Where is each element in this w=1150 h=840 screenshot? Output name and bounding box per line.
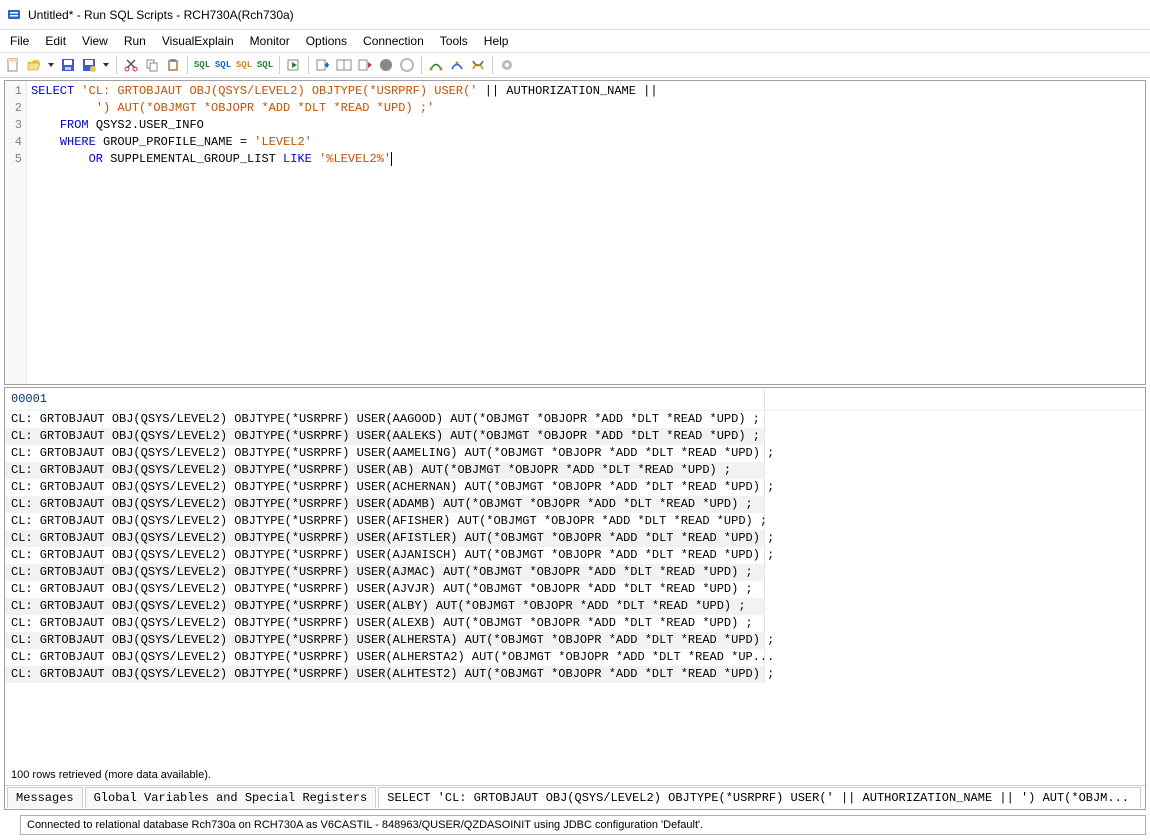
paste-icon[interactable] (164, 56, 182, 74)
results-row[interactable]: CL: GRTOBJAUT OBJ(QSYS/LEVEL2) OBJTYPE(*… (5, 496, 765, 513)
menu-bar: File Edit View Run VisualExplain Monitor… (0, 30, 1150, 52)
tab-query[interactable]: SELECT 'CL: GRTOBJAUT OBJ(QSYS/LEVEL2) O… (378, 787, 1141, 808)
new-icon[interactable] (4, 56, 22, 74)
menu-file[interactable]: File (4, 32, 35, 50)
line-number: 4 (5, 134, 22, 151)
menu-run[interactable]: Run (118, 32, 152, 50)
menu-view[interactable]: View (76, 32, 114, 50)
results-row[interactable]: CL: GRTOBJAUT OBJ(QSYS/LEVEL2) OBJTYPE(*… (5, 530, 765, 547)
menu-connection[interactable]: Connection (357, 32, 430, 50)
menu-visualexplain[interactable]: VisualExplain (156, 32, 240, 50)
results-row[interactable]: CL: GRTOBJAUT OBJ(QSYS/LEVEL2) OBJTYPE(*… (5, 462, 765, 479)
status-bar-outer: Connected to relational database Rch730a… (0, 812, 1150, 840)
results-row[interactable]: CL: GRTOBJAUT OBJ(QSYS/LEVEL2) OBJTYPE(*… (5, 598, 765, 615)
menu-options[interactable]: Options (300, 32, 353, 50)
toolbar-separator (308, 56, 309, 74)
toolbar-separator (116, 56, 117, 74)
results-row[interactable]: CL: GRTOBJAUT OBJ(QSYS/LEVEL2) OBJTYPE(*… (5, 581, 765, 598)
sql-btn-1-icon[interactable]: SQL (193, 56, 211, 74)
menu-edit[interactable]: Edit (39, 32, 72, 50)
open-icon[interactable] (25, 56, 43, 74)
stop-icon[interactable] (377, 56, 395, 74)
title-bar: Untitled* - Run SQL Scripts - RCH730A(Rc… (0, 0, 1150, 30)
explain-3-icon[interactable] (469, 56, 487, 74)
toolbar-separator (187, 56, 188, 74)
explain-2-icon[interactable] (448, 56, 466, 74)
window-title: Untitled* - Run SQL Scripts - RCH730A(Rc… (28, 8, 294, 22)
results-row[interactable]: CL: GRTOBJAUT OBJ(QSYS/LEVEL2) OBJTYPE(*… (5, 649, 765, 666)
results-row[interactable]: CL: GRTOBJAUT OBJ(QSYS/LEVEL2) OBJTYPE(*… (5, 445, 765, 462)
results-row[interactable]: CL: GRTOBJAUT OBJ(QSYS/LEVEL2) OBJTYPE(*… (5, 615, 765, 632)
toolbar-separator (492, 56, 493, 74)
sql-editor[interactable]: 1 2 3 4 5 SELECT 'CL: GRTOBJAUT OBJ(QSYS… (4, 80, 1146, 385)
results-row[interactable]: CL: GRTOBJAUT OBJ(QSYS/LEVEL2) OBJTYPE(*… (5, 547, 765, 564)
results-status: 100 rows retrieved (more data available)… (5, 763, 1145, 785)
results-row[interactable]: CL: GRTOBJAUT OBJ(QSYS/LEVEL2) OBJTYPE(*… (5, 411, 765, 428)
run-all-icon[interactable] (335, 56, 353, 74)
line-number: 3 (5, 117, 22, 134)
save-icon[interactable] (59, 56, 77, 74)
sql-btn-4-icon[interactable]: SQL (256, 56, 274, 74)
results-grid[interactable]: CL: GRTOBJAUT OBJ(QSYS/LEVEL2) OBJTYPE(*… (5, 411, 1145, 763)
toolbar-separator (279, 56, 280, 74)
results-row[interactable]: CL: GRTOBJAUT OBJ(QSYS/LEVEL2) OBJTYPE(*… (5, 513, 765, 530)
tab-messages[interactable]: Messages (7, 787, 83, 808)
line-number: 2 (5, 100, 22, 117)
tab-global-variables[interactable]: Global Variables and Special Registers (85, 787, 377, 808)
save-dropdown-icon[interactable] (101, 56, 111, 74)
run-selected-icon[interactable] (314, 56, 332, 74)
explain-1-icon[interactable] (427, 56, 445, 74)
results-row[interactable]: CL: GRTOBJAUT OBJ(QSYS/LEVEL2) OBJTYPE(*… (5, 564, 765, 581)
toolbar-separator (421, 56, 422, 74)
settings-icon[interactable] (498, 56, 516, 74)
results-tab-bar: Messages Global Variables and Special Re… (5, 785, 1145, 809)
stop-disabled-icon (398, 56, 416, 74)
menu-tools[interactable]: Tools (434, 32, 474, 50)
editor-gutter: 1 2 3 4 5 (5, 81, 27, 384)
results-row[interactable]: CL: GRTOBJAUT OBJ(QSYS/LEVEL2) OBJTYPE(*… (5, 666, 765, 683)
results-row[interactable]: CL: GRTOBJAUT OBJ(QSYS/LEVEL2) OBJTYPE(*… (5, 428, 765, 445)
menu-monitor[interactable]: Monitor (244, 32, 296, 50)
run-from-icon[interactable] (356, 56, 374, 74)
copy-icon[interactable] (143, 56, 161, 74)
results-column-header[interactable]: 00001 (5, 388, 765, 410)
run-icon[interactable] (285, 56, 303, 74)
sql-btn-2-icon[interactable]: SQL (214, 56, 232, 74)
toolbar: SQL SQL SQL SQL (0, 52, 1150, 78)
menu-help[interactable]: Help (478, 32, 515, 50)
editor-code[interactable]: SELECT 'CL: GRTOBJAUT OBJ(QSYS/LEVEL2) O… (27, 81, 1145, 384)
results-row[interactable]: CL: GRTOBJAUT OBJ(QSYS/LEVEL2) OBJTYPE(*… (5, 632, 765, 649)
app-icon (6, 7, 22, 23)
results-pane: 00001 CL: GRTOBJAUT OBJ(QSYS/LEVEL2) OBJ… (4, 387, 1146, 810)
results-row[interactable]: CL: GRTOBJAUT OBJ(QSYS/LEVEL2) OBJTYPE(*… (5, 479, 765, 496)
results-header-row: 00001 (5, 388, 1145, 411)
line-number: 5 (5, 151, 22, 168)
open-dropdown-icon[interactable] (46, 56, 56, 74)
status-text: Connected to relational database Rch730a… (27, 819, 703, 831)
cut-icon[interactable] (122, 56, 140, 74)
sql-btn-3-icon[interactable]: SQL (235, 56, 253, 74)
save-as-icon[interactable] (80, 56, 98, 74)
line-number: 1 (5, 83, 22, 100)
status-bar: Connected to relational database Rch730a… (20, 815, 1146, 835)
